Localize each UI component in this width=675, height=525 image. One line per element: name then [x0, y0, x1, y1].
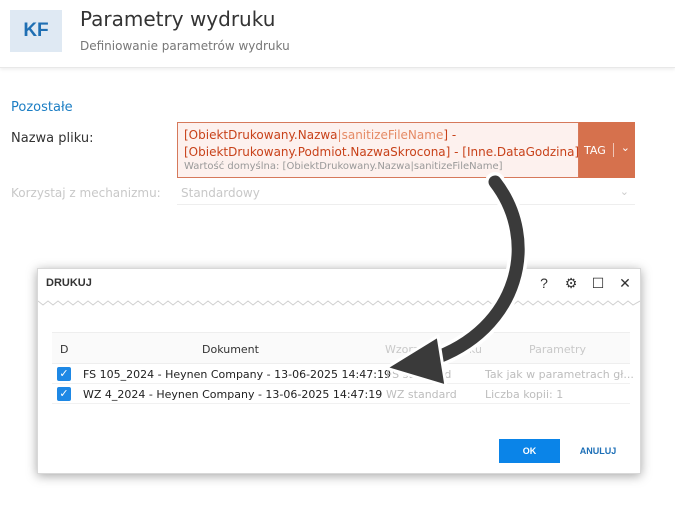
dialog-window-controls: ? ⚙ ☐ ✕	[537, 274, 632, 292]
column-header-template[interactable]: Wzorzec wydruku	[385, 343, 482, 356]
close-icon[interactable]: ✕	[618, 274, 632, 292]
module-logo: KF	[10, 10, 62, 52]
ok-button[interactable]: OK	[499, 439, 560, 463]
tag-button-label: TAG	[584, 143, 606, 157]
maximize-icon[interactable]: ☐	[591, 274, 605, 292]
filename-default-hint: Wartość domyślna: [ObiektDrukowany.Nazwa…	[184, 161, 503, 172]
row-checkbox[interactable]: ✓	[57, 367, 71, 381]
column-header-params[interactable]: Parametry	[529, 343, 586, 356]
page-subtitle: Definiowanie parametrów wydruku	[80, 39, 290, 53]
print-dialog: DRUKUJ ? ⚙ ☐ ✕ D Dokument Wzorzec wydruk…	[37, 268, 641, 474]
filename-value-line2: [ObiektDrukowany.Podmiot.NazwaSkrocona] …	[184, 145, 580, 159]
row-template: WZ standard	[386, 388, 457, 401]
table-row[interactable]: ✓ FS 105_2024 - Heynen Company - 13-06-2…	[52, 364, 634, 384]
section-title: Pozostałe	[11, 100, 73, 115]
row-template: FS standard	[386, 368, 452, 381]
row-document: WZ 4_2024 - Heynen Company - 13-06-2025 …	[83, 388, 383, 401]
chevron-down-icon: ⌄	[619, 185, 629, 198]
table-row[interactable]: ✓ WZ 4_2024 - Heynen Company - 13-06-202…	[52, 384, 630, 404]
column-header-document[interactable]: Dokument	[202, 343, 259, 356]
documents-table: D Dokument Wzorzec wydruku Parametry ✓ F…	[52, 332, 634, 404]
cancel-button[interactable]: ANULUJ	[572, 439, 624, 463]
row-params: Liczba kopii: 1	[485, 388, 564, 401]
gear-icon[interactable]: ⚙	[564, 274, 578, 292]
row-document: FS 105_2024 - Heynen Company - 13-06-202…	[83, 368, 391, 381]
filename-value-line1: [ObiektDrukowany.Nazwa|sanitizeFileName]…	[184, 128, 457, 142]
chevron-down-icon: ⌄	[620, 141, 630, 154]
mechanism-select-value: Standardowy	[181, 186, 260, 200]
mechanism-select[interactable]: Standardowy ⌄	[177, 181, 635, 205]
page-header: KF Parametry wydruku Definiowanie parame…	[0, 0, 675, 68]
tag-button[interactable]: TAG ⌄	[579, 122, 635, 178]
table-header: D Dokument Wzorzec wydruku Parametry	[52, 332, 630, 364]
mechanism-label: Korzystaj z mechanizmu:	[11, 186, 161, 200]
dialog-title: DRUKUJ	[46, 277, 92, 289]
row-params: Tak jak w parametrach gł...	[485, 368, 634, 381]
row-checkbox[interactable]: ✓	[57, 387, 71, 401]
page-title: Parametry wydruku	[80, 7, 276, 31]
filename-input[interactable]: [ObiektDrukowany.Nazwa|sanitizeFileName]…	[177, 122, 579, 178]
tag-button-divider	[612, 143, 614, 157]
help-icon[interactable]: ?	[537, 274, 551, 292]
torn-edge-divider	[38, 300, 640, 306]
column-header-d[interactable]: D	[60, 343, 68, 356]
filename-label: Nazwa pliku:	[11, 131, 94, 146]
